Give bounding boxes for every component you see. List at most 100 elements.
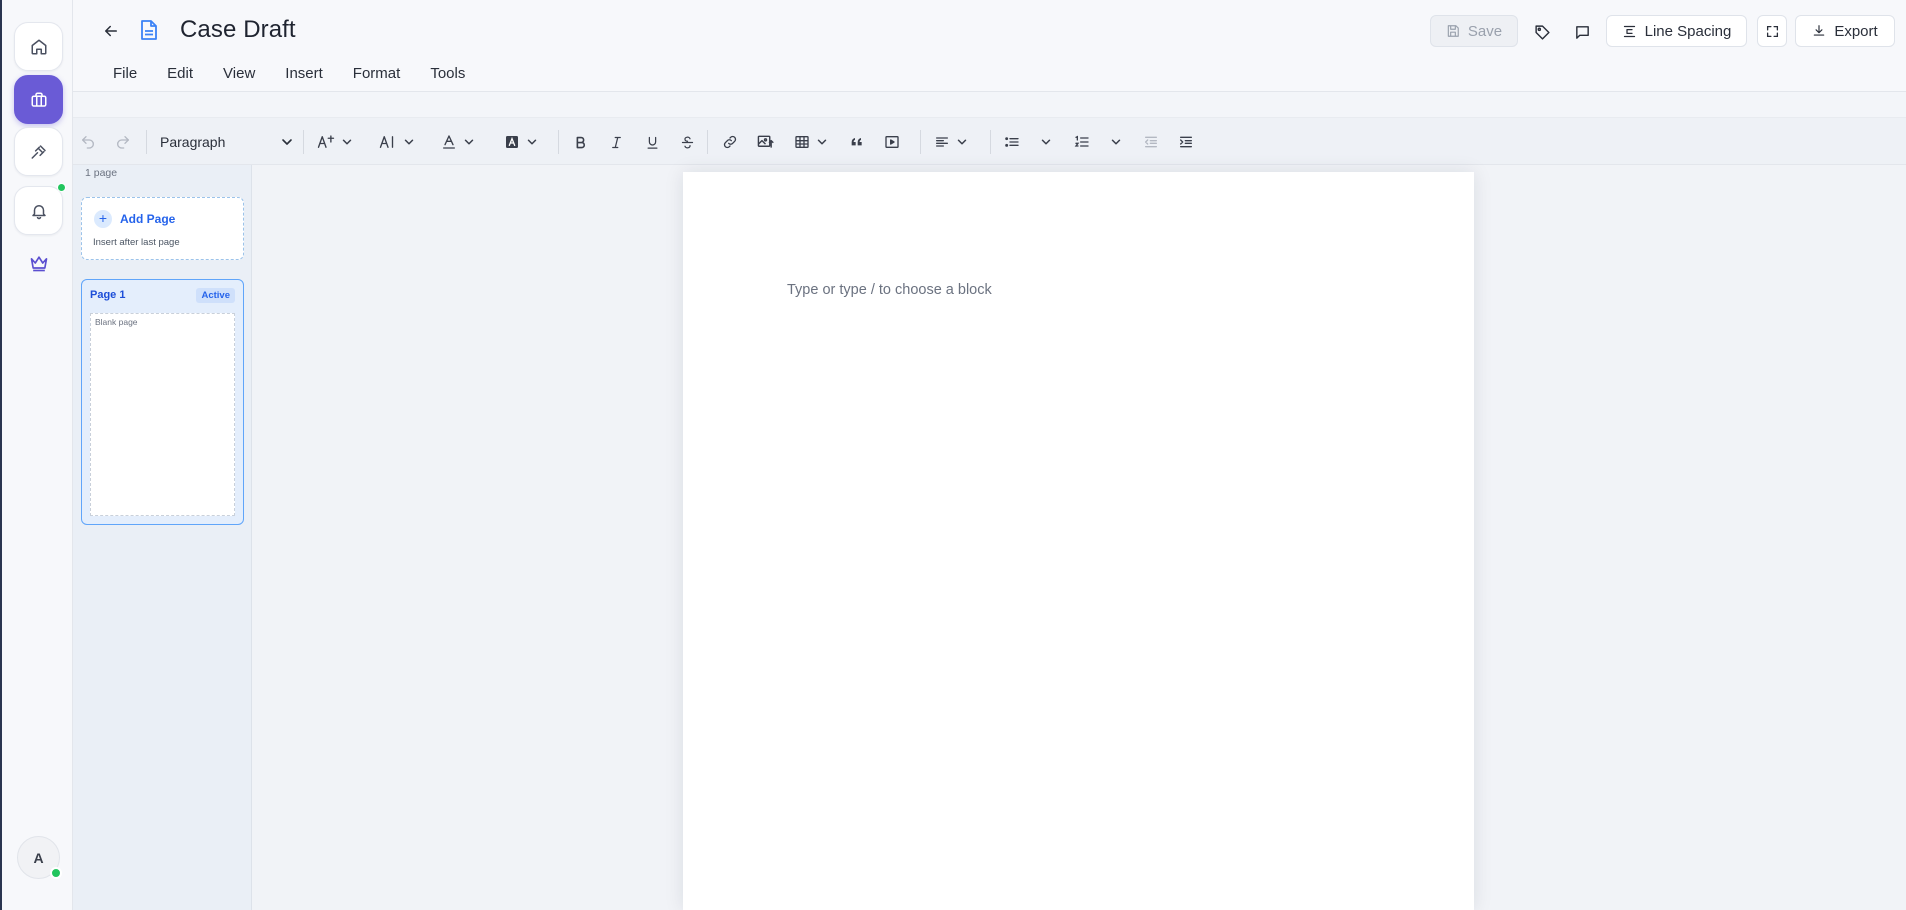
undo-button[interactable] [80,130,96,154]
indent-icon [1180,136,1192,148]
gavel-icon [31,144,46,159]
line-spacing-label: Line Spacing [1644,22,1732,40]
redo-icon [117,136,129,149]
fullscreen-button[interactable] [1757,15,1787,47]
add-page-label: Add Page [120,212,176,226]
chevron-down-icon [464,139,474,145]
menu-bar: File Edit View Insert Format Tools [113,65,495,82]
crown-icon [30,256,47,272]
redo-button[interactable] [115,130,131,154]
block-type-value: Paragraph [160,134,226,150]
briefcase-icon [31,92,46,107]
comment-icon [1575,25,1589,39]
outdent-button[interactable] [1143,130,1159,154]
add-page-hint: Insert after last page [93,237,180,248]
bell-icon [31,204,46,219]
menu-insert[interactable]: Insert [285,65,323,82]
blockquote-button[interactable] [849,130,865,154]
strikethrough-button[interactable] [680,130,695,154]
chevron-down-icon [282,139,292,145]
toolbar-divider [558,130,559,154]
toolbar-divider [303,130,304,154]
premium-button[interactable] [14,243,63,283]
highlight-color-dropdown[interactable] [504,130,539,154]
legal-tools-button[interactable] [14,127,63,176]
notification-dot [57,183,66,192]
font-size-dropdown[interactable] [379,130,416,154]
line-spacing-button[interactable]: Line Spacing [1606,15,1747,47]
pages-panel: 1 page + Add Page Insert after last page… [73,165,252,910]
user-avatar[interactable]: A [17,836,62,879]
chevron-down-icon [817,139,827,145]
page-thumbnail: Blank page [90,313,235,516]
insert-table-dropdown[interactable] [794,130,829,154]
insert-image-button[interactable] [757,130,774,154]
toolbar-divider [146,130,147,154]
toolbar-divider [990,130,991,154]
online-status-dot [50,867,62,879]
tags-button[interactable] [1530,20,1554,44]
chevron-down-icon [527,139,537,145]
menu-view[interactable]: View [223,65,255,82]
undo-icon [82,136,94,149]
fullscreen-icon [1766,25,1778,37]
editor-canvas: Type or type / to choose a block [252,165,1906,910]
page-count: 1 page [85,167,118,179]
document-icon [140,19,158,41]
font-family-dropdown[interactable] [317,130,354,154]
save-button[interactable]: Save [1430,15,1518,47]
page-name: Page 1 [90,289,126,301]
formatting-toolbar: Paragraph [73,117,1906,165]
outdent-icon [1145,136,1157,148]
chevron-down-icon [1111,139,1121,145]
export-label: Export [1834,22,1878,40]
menu-file[interactable]: File [113,65,137,82]
underline-icon [647,136,658,149]
alignment-dropdown[interactable] [934,130,969,154]
thumbnail-text: Blank page [95,317,138,327]
italic-icon [612,136,621,148]
document-page[interactable]: Type or type / to choose a block [683,172,1474,910]
back-button[interactable] [98,18,124,44]
active-badge: Active [196,288,235,303]
page-thumbnail-card[interactable]: Page 1 Active Blank page [81,279,244,525]
chevron-down-icon [404,139,414,145]
editor-placeholder[interactable]: Type or type / to choose a block [787,282,992,298]
arrow-left-icon [105,25,117,37]
numbered-list-dropdown[interactable] [1074,130,1123,154]
chevron-down-icon [957,139,967,145]
numbered-list-icon [1074,135,1089,147]
cases-button[interactable] [14,75,63,124]
link-icon [723,135,737,149]
save-label: Save [1467,22,1503,40]
text-color-dropdown[interactable] [441,130,476,154]
embed-media-button[interactable] [884,130,900,154]
bold-icon [576,136,586,148]
font-family-icon [317,135,335,148]
toolbar-divider [920,130,921,154]
italic-button[interactable] [609,130,624,154]
comments-button[interactable] [1570,20,1594,44]
home-button[interactable] [14,22,63,71]
link-button[interactable] [722,130,738,154]
menu-format[interactable]: Format [353,65,401,82]
text-color-icon [443,135,455,149]
bullet-list-dropdown[interactable] [1004,130,1053,154]
font-size-icon [379,136,394,148]
app-rail: A [0,0,73,910]
notifications-button[interactable] [14,183,66,235]
block-type-select[interactable]: Paragraph [160,130,295,154]
indent-button[interactable] [1178,130,1194,154]
menu-tools[interactable]: Tools [430,65,465,82]
bold-button[interactable] [573,130,588,154]
underline-button[interactable] [645,130,660,154]
image-upload-icon [757,135,774,148]
save-icon [1447,25,1459,37]
add-page-button[interactable]: + Add Page Insert after last page [81,197,244,260]
toolbar-divider [707,130,708,154]
quote-icon [851,138,862,146]
menu-edit[interactable]: Edit [167,65,193,82]
export-button[interactable]: Export [1795,15,1895,47]
document-header: Case Draft File Edit View Insert Format … [73,0,1906,92]
document-title[interactable]: Case Draft [180,16,296,44]
